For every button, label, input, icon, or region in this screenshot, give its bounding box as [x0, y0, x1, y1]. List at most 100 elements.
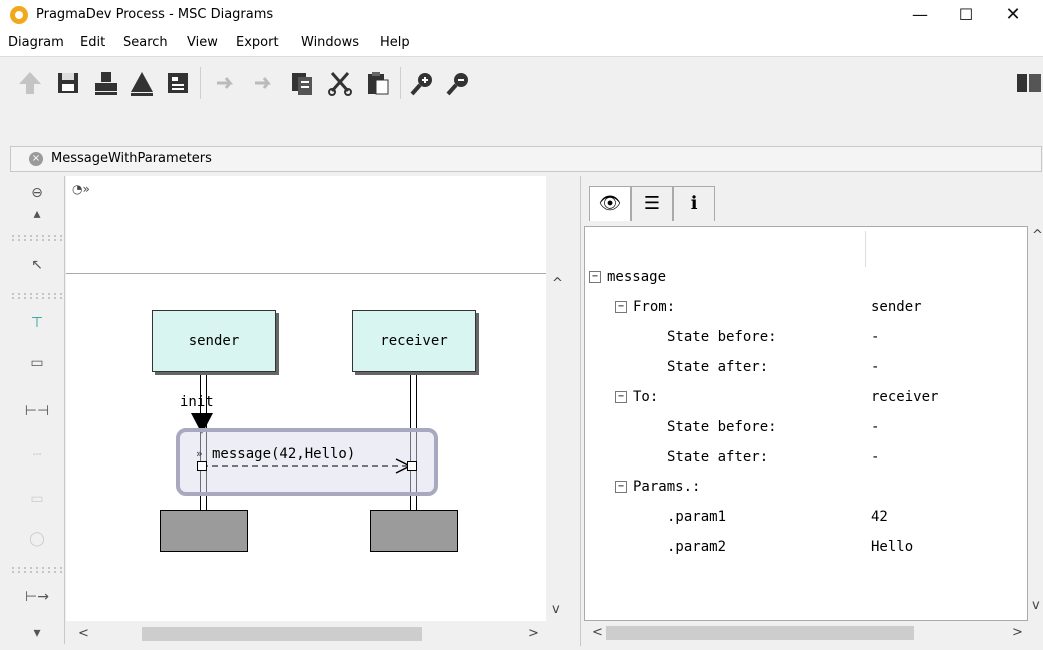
palette-grip	[10, 292, 64, 300]
column-separator	[865, 231, 866, 267]
collapse-icon[interactable]: −	[615, 301, 627, 313]
window-title: PragmaDev Process - MSC Diagrams	[36, 7, 274, 22]
box-tool-icon[interactable]: ▭	[10, 482, 64, 516]
close-button[interactable]: ✕	[990, 0, 1036, 30]
scroll-down-arrow[interactable]: v	[552, 602, 560, 617]
toolbar-separator	[200, 67, 201, 99]
tree-row-state-after: State after:	[667, 449, 769, 465]
tree-value: Hello	[871, 539, 914, 555]
print-icon[interactable]	[92, 69, 120, 97]
maximize-button[interactable]: ☐	[943, 0, 989, 30]
up-arrow-icon[interactable]	[16, 69, 44, 97]
frame-tool-icon[interactable]: ▭	[10, 346, 64, 380]
init-label: init	[180, 394, 214, 410]
tree-value: 42	[871, 509, 888, 525]
scroll-down-arrow[interactable]: v	[1032, 598, 1040, 613]
menu-export[interactable]: Export	[236, 35, 279, 50]
minimize-button[interactable]: —	[897, 0, 943, 30]
lifeline-tool-icon[interactable]: ⊤	[10, 306, 64, 340]
palette-grip	[10, 234, 64, 242]
app-icon	[10, 6, 28, 24]
timer-icon[interactable]: ◔»	[72, 182, 90, 196]
menu-diagram[interactable]: Diagram	[8, 35, 64, 50]
menu-search[interactable]: Search	[123, 35, 168, 50]
scroll-thumb[interactable]	[142, 627, 422, 641]
cut-icon[interactable]	[326, 69, 354, 97]
tree-value: -	[871, 419, 880, 435]
details-vertical-scrollbar[interactable]: ^ v	[1028, 226, 1043, 621]
message-port-start[interactable]	[197, 461, 207, 471]
tab-close-icon[interactable]: ×	[29, 152, 43, 166]
menu-view[interactable]: View	[187, 35, 218, 50]
tab-text-icon[interactable]: ☰	[631, 186, 673, 221]
message-detail-tree: − message − From: sender State before: - S…	[584, 226, 1028, 621]
sender-end-box[interactable]	[160, 510, 248, 552]
message-port-end[interactable]	[407, 461, 417, 471]
collapse-up-icon[interactable]: ▴	[10, 204, 64, 224]
sender-lifeline-box[interactable]: sender	[152, 310, 276, 372]
scroll-up-arrow[interactable]: ^	[552, 276, 563, 291]
collapse-icon[interactable]: −	[589, 271, 601, 283]
tree-row-state-before: State before:	[667, 329, 777, 345]
scroll-right-arrow[interactable]: >	[1012, 625, 1023, 640]
menu-edit[interactable]: Edit	[80, 35, 105, 50]
tree-label: message	[607, 269, 667, 285]
tree-row-state-before: State before:	[667, 419, 777, 435]
tree-label: Params.:	[633, 479, 701, 495]
diagram-canvas[interactable]: ◔» sender receiver init » message(42,Hel…	[66, 176, 546, 621]
select-pointer-icon[interactable]: ↖	[10, 248, 64, 282]
save-icon[interactable]	[54, 69, 82, 97]
copy-icon[interactable]	[288, 69, 316, 97]
redo-icon[interactable]	[250, 69, 278, 97]
tree-value: -	[871, 329, 880, 345]
tab-message-with-parameters[interactable]: × MessageWithParameters	[10, 146, 1042, 172]
zoom-out-icon[interactable]	[444, 69, 472, 97]
toolbar	[0, 56, 1043, 141]
properties-icon[interactable]	[164, 69, 192, 97]
message-label[interactable]: message(42,Hello)	[212, 446, 355, 462]
arrow-tool-icon[interactable]: ⊢→	[10, 580, 64, 614]
scroll-left-arrow[interactable]: <	[78, 626, 89, 641]
triangle-icon[interactable]	[128, 69, 156, 97]
tab-view-eye-icon[interactable]: 👁	[589, 186, 631, 221]
canvas-horizontal-scrollbar[interactable]: < >	[66, 624, 546, 644]
tree-row-message[interactable]: − message	[589, 269, 666, 289]
tree-value: -	[871, 449, 880, 465]
panel-icon[interactable]	[1015, 69, 1043, 97]
circle-tool-icon[interactable]: ◯	[10, 522, 64, 556]
tree-row-params[interactable]: − Params.:	[615, 479, 700, 499]
scroll-right-arrow[interactable]: >	[528, 626, 539, 641]
tool-palette: ⊖ ▴ ↖ ⊤ ▭ ⊢⊣ ┄ ▭ ◯ ⊢→ ▾	[10, 176, 65, 644]
tab-info-icon[interactable]: ℹ	[673, 186, 715, 221]
zoom-in-icon[interactable]	[408, 69, 436, 97]
tree-row-param2: .param2	[667, 539, 727, 555]
palette-grip	[10, 566, 64, 574]
tree-value: receiver	[871, 389, 939, 405]
tree-value: sender	[871, 299, 922, 315]
tree-row-from[interactable]: − From:	[615, 299, 675, 319]
collapse-down-icon[interactable]: ▾	[10, 616, 64, 650]
canvas-vertical-scrollbar[interactable]: ^ v	[548, 276, 564, 621]
menu-help[interactable]: Help	[380, 35, 410, 50]
canvas-divider	[66, 273, 546, 274]
message-marker-icon: »	[196, 447, 203, 460]
receiver-end-box[interactable]	[370, 510, 458, 552]
toolbar-separator	[400, 67, 401, 99]
undo-icon[interactable]	[212, 69, 240, 97]
dotted-tool-icon[interactable]: ┄	[10, 438, 64, 472]
receiver-lifeline-box[interactable]: receiver	[352, 310, 476, 372]
scroll-left-arrow[interactable]: <	[592, 625, 603, 640]
scroll-thumb[interactable]	[606, 626, 914, 640]
paste-icon[interactable]	[364, 69, 392, 97]
collapse-icon[interactable]: −	[615, 391, 627, 403]
scroll-up-arrow[interactable]: ^	[1032, 228, 1043, 243]
tree-row-param1: .param1	[667, 509, 727, 525]
tree-row-state-after: State after:	[667, 359, 769, 375]
tree-row-to[interactable]: − To:	[615, 389, 658, 409]
details-horizontal-scrollbar[interactable]: < >	[584, 623, 1043, 643]
message-tool-icon[interactable]: ⊢⊣	[10, 394, 64, 428]
collapse-icon[interactable]: −	[615, 481, 627, 493]
tree-label: To:	[633, 389, 659, 405]
diagram-tab-bar: × MessageWithParameters	[0, 144, 1043, 172]
menu-windows[interactable]: Windows	[301, 35, 359, 50]
